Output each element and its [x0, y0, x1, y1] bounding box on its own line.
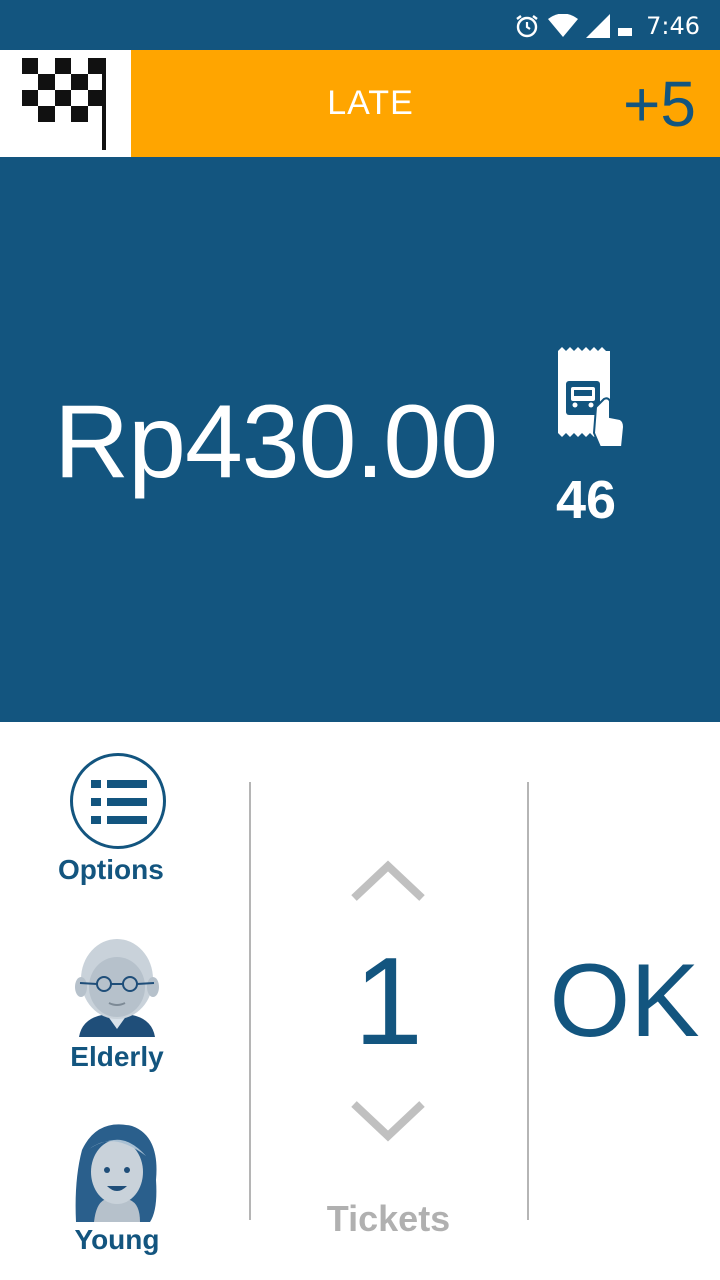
checkered-flag-icon: [22, 58, 106, 150]
ticket-selection-panel: Options Elderly Young 1 Tickets OK: [0, 722, 720, 1280]
trip-status-header: LATE +5: [0, 50, 720, 157]
chevron-up-icon: [351, 860, 425, 901]
cell-signal-icon: [586, 14, 611, 38]
alarm-icon: [514, 13, 540, 39]
passenger-type-label: Elderly: [70, 1041, 164, 1072]
ok-button[interactable]: OK: [529, 782, 720, 1220]
passenger-type-elderly[interactable]: Elderly: [52, 937, 182, 1077]
flag-box: [0, 50, 131, 157]
status-bar: 7:46: [0, 0, 720, 50]
options-label: Options: [58, 854, 164, 885]
ticket-quantity: 1: [354, 933, 423, 1071]
options-button[interactable]: Options: [58, 750, 178, 890]
passenger-type-label: Young: [74, 1224, 160, 1255]
increment-button[interactable]: [350, 860, 426, 907]
passenger-type-young[interactable]: Young: [52, 1120, 182, 1270]
tickets-label: Tickets: [326, 1198, 451, 1239]
fare-panel: Rp430.00 46: [0, 157, 720, 722]
ticket-count: 46: [556, 470, 617, 530]
elderly-avatar-icon: [75, 939, 159, 1037]
status-icons: 7:46: [514, 10, 700, 42]
status-delta: +5: [623, 67, 696, 140]
decrement-button[interactable]: [350, 1100, 426, 1147]
battery-icon: [618, 14, 633, 38]
list-icon: [91, 780, 147, 824]
fare-amount: Rp430.00: [54, 384, 498, 500]
wifi-icon: [548, 14, 579, 38]
status-time: 7:46: [646, 12, 700, 40]
young-avatar-icon: [75, 1124, 157, 1222]
chevron-down-icon: [351, 1101, 425, 1142]
options-circle: [70, 753, 166, 849]
bus-ticket-icon: [554, 347, 628, 460]
